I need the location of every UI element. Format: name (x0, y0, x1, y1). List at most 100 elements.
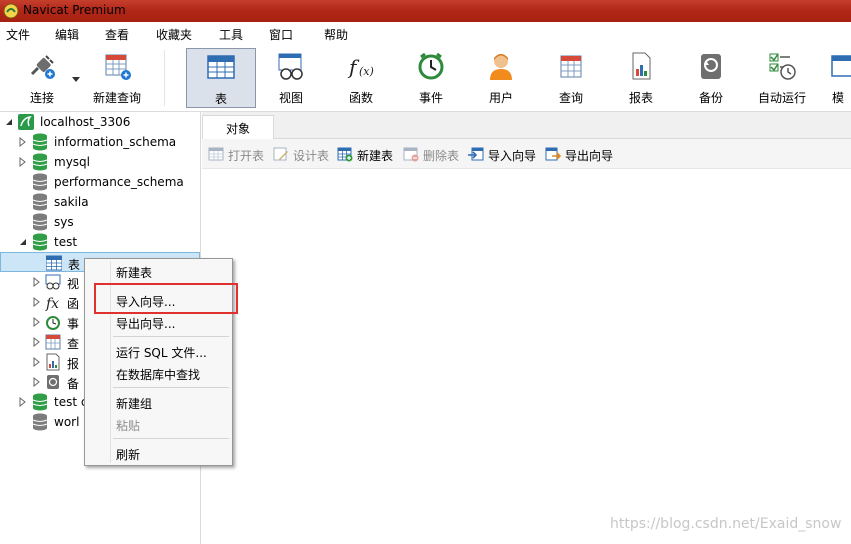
delete-table-icon (403, 147, 419, 162)
node-label: 视 (67, 277, 80, 291)
svg-text:fx: fx (45, 296, 59, 311)
event-button[interactable]: 事件 (398, 48, 464, 108)
menu-file[interactable]: 文件 (6, 26, 30, 43)
function-label: 函数 (348, 91, 373, 105)
menu-tools[interactable]: 工具 (219, 26, 243, 43)
collapsed-arrow-icon[interactable] (33, 277, 41, 287)
menu-separator (113, 438, 229, 439)
tree-database[interactable]: information_schema (0, 132, 200, 152)
query-icon (45, 334, 61, 350)
mysql-connection-icon (18, 114, 34, 130)
chevron-down-icon[interactable] (72, 77, 80, 82)
user-label: 用户 (488, 91, 513, 105)
view-button[interactable]: 视图 (258, 48, 324, 108)
clock-icon (46, 316, 60, 330)
menu-window[interactable]: 窗口 (269, 26, 293, 43)
view-label: 视图 (278, 91, 303, 105)
backup-button[interactable]: 备份 (678, 48, 744, 108)
view-icon (278, 53, 303, 80)
plug-icon (30, 55, 55, 79)
tree-database-test[interactable]: test (0, 232, 200, 252)
tree-database[interactable]: sakila (0, 192, 200, 212)
collapsed-arrow-icon[interactable] (19, 157, 27, 167)
menu-new-group[interactable]: 新建组 (116, 395, 152, 412)
automation-button[interactable]: 自动运行 (748, 48, 816, 108)
view-icon (45, 274, 61, 290)
collapsed-arrow-icon[interactable] (33, 317, 41, 327)
database-inactive-icon (32, 213, 48, 231)
expanded-arrow-icon[interactable] (19, 237, 27, 247)
menu-new-table[interactable]: 新建表 (116, 264, 152, 281)
database-name: sys (54, 215, 74, 229)
node-label: 表 (68, 258, 81, 272)
menu-edit[interactable]: 编辑 (55, 26, 79, 43)
collapsed-arrow-icon[interactable] (19, 397, 27, 407)
menu-help[interactable]: 帮助 (324, 26, 348, 43)
database-active-icon (32, 133, 48, 151)
query-button[interactable]: 查询 (538, 48, 604, 108)
connection-name: localhost_3306 (40, 115, 131, 129)
report-icon (46, 353, 60, 371)
tab-objects[interactable]: 对象 (202, 115, 274, 140)
new-query-icon (105, 54, 131, 80)
menu-paste[interactable]: 粘贴 (116, 417, 140, 434)
table-icon (46, 255, 62, 271)
delete-table-label: 删除表 (423, 149, 460, 163)
query-icon (560, 55, 582, 78)
menu-export-wizard[interactable]: 导出向导... (116, 315, 175, 332)
tree-database[interactable]: performance_schema (0, 172, 200, 192)
function-button[interactable]: f (x) 函数 (328, 48, 394, 108)
function-icon: fx (45, 296, 59, 311)
collapsed-arrow-icon[interactable] (33, 337, 41, 347)
database-name: sakila (54, 195, 89, 209)
export-icon (545, 147, 561, 161)
menu-favorites[interactable]: 收藏夹 (156, 26, 192, 43)
table-button[interactable]: 表 (186, 48, 256, 108)
node-label: 查 (67, 337, 80, 351)
database-name: worl (54, 415, 80, 429)
toolbar-divider (164, 50, 165, 106)
collapsed-arrow-icon[interactable] (33, 357, 41, 367)
new-query-label: 新建查询 (92, 91, 141, 105)
new-query-button[interactable]: 新建查询 (88, 48, 146, 108)
database-inactive-icon (32, 193, 48, 211)
database-name: test c (54, 395, 88, 409)
menu-refresh[interactable]: 刷新 (116, 446, 140, 463)
database-active-icon (32, 233, 48, 251)
menu-separator (113, 387, 229, 388)
user-button[interactable]: 用户 (468, 48, 534, 108)
node-label: 函 (67, 297, 80, 311)
menu-bar: 文件 编辑 查看 收藏夹 工具 窗口 帮助 (0, 22, 851, 44)
expanded-arrow-icon[interactable] (5, 117, 13, 127)
main-toolbar: 连接 新建查询 表 视图 f (x) 函数 事件 用户 查询 报表 备份 自动运… (0, 44, 851, 112)
database-name: mysql (54, 155, 90, 169)
tree-database[interactable]: mysql (0, 152, 200, 172)
svg-text:(x): (x) (359, 65, 374, 78)
query-label: 查询 (558, 91, 583, 105)
backup-label: 备份 (698, 91, 723, 105)
design-table-icon (273, 147, 288, 161)
database-active-icon (32, 393, 48, 411)
menu-separator (113, 336, 229, 337)
connect-button[interactable]: 连接 (14, 48, 70, 108)
menu-view[interactable]: 查看 (105, 26, 129, 43)
backup-icon (47, 375, 59, 389)
node-label: 报 (67, 357, 80, 371)
connect-label: 连接 (29, 91, 54, 105)
report-button[interactable]: 报表 (608, 48, 674, 108)
export-wizard-label: 导出向导 (565, 149, 614, 163)
tree-connection[interactable]: localhost_3306 (0, 112, 200, 132)
title-bar: Navicat Premium (0, 0, 851, 22)
collapsed-arrow-icon[interactable] (33, 377, 41, 387)
tab-strip: 对象 (202, 112, 851, 140)
automation-label: 自动运行 (757, 91, 806, 105)
database-active-icon (32, 153, 48, 171)
database-inactive-icon (32, 173, 48, 191)
window-title: Navicat Premium (23, 3, 126, 17)
tree-database[interactable]: sys (0, 212, 200, 232)
menu-find-in-database[interactable]: 在数据库中查找 (116, 366, 200, 383)
menu-run-sql-file[interactable]: 运行 SQL 文件... (116, 344, 207, 361)
collapsed-arrow-icon[interactable] (19, 137, 27, 147)
model-button[interactable]: 模 (822, 48, 851, 108)
collapsed-arrow-icon[interactable] (33, 297, 41, 307)
